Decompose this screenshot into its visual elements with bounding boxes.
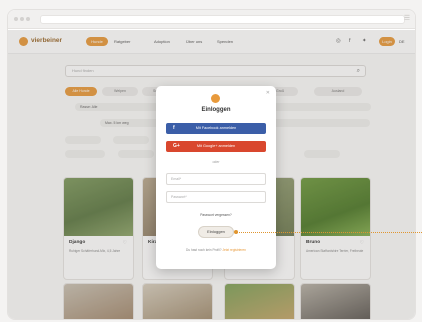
- menu-icon[interactable]: ☰: [403, 15, 411, 23]
- browser-titlebar: ☰: [8, 10, 415, 29]
- submit-login-button[interactable]: Einloggen: [198, 226, 234, 238]
- url-bar[interactable]: [40, 15, 405, 24]
- window-dot[interactable]: [20, 17, 24, 21]
- callout-line: [236, 232, 422, 233]
- google-login-button[interactable]: G+ Mit Google+ anmelden: [166, 141, 266, 152]
- paw-logo-icon: [211, 94, 220, 103]
- register-link[interactable]: Jetzt registrieren: [222, 248, 246, 252]
- window-dot[interactable]: [14, 17, 18, 21]
- screenshot-stage: ☰ vierbeiner Hunde Ratgeber Adoption Übe…: [0, 0, 422, 322]
- google-plus-icon: G+: [173, 143, 180, 149]
- register-text: Du hast noch kein Profil?: [186, 248, 222, 252]
- close-icon[interactable]: ✕: [266, 90, 270, 96]
- facebook-login-button[interactable]: f Mit Facebook anmelden: [166, 123, 266, 134]
- forgot-password-link[interactable]: Passwort vergessen?: [156, 213, 276, 217]
- modal-title: Einloggen: [201, 107, 231, 113]
- window-dot[interactable]: [26, 17, 30, 21]
- facebook-icon: f: [173, 125, 175, 131]
- or-divider: oder: [212, 160, 220, 164]
- email-field[interactable]: Email*: [166, 173, 266, 185]
- google-login-label: Mit Google+ anmelden: [196, 144, 236, 148]
- password-field[interactable]: Passwort*: [166, 191, 266, 203]
- facebook-login-label: Mit Facebook anmelden: [195, 126, 237, 130]
- login-modal: ✕ Einloggen f Mit Facebook anmelden G+ M…: [156, 86, 276, 269]
- register-note: Du hast noch kein Profil? Jetzt registri…: [166, 248, 266, 253]
